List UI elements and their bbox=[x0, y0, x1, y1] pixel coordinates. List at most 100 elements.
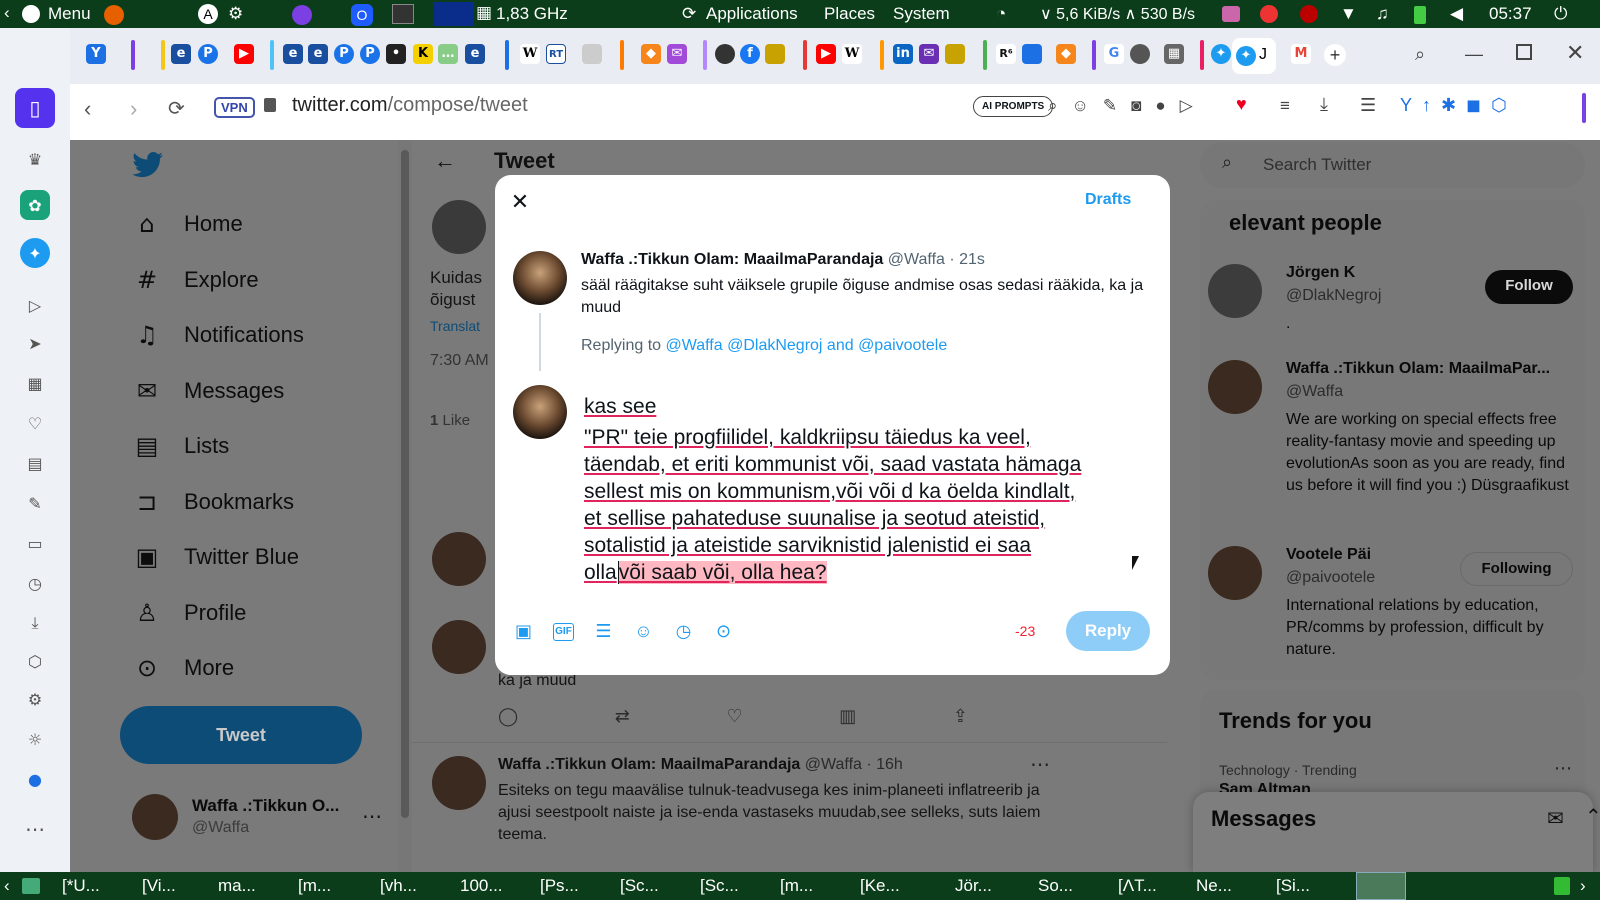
tab-pm-icon[interactable]: P bbox=[334, 44, 354, 64]
nav-item-profile[interactable]: ♙ Profile bbox=[132, 595, 246, 631]
sidebar-more-icon[interactable]: ⋯ bbox=[20, 814, 50, 844]
vpn-badge[interactable]: VPN bbox=[214, 97, 255, 118]
restore-icon[interactable] bbox=[1516, 44, 1532, 60]
tab-search-icon[interactable]: ⌕ bbox=[1415, 44, 1425, 65]
person-avatar[interactable] bbox=[1208, 264, 1262, 318]
taskbar-item[interactable]: [Ps... bbox=[540, 876, 579, 896]
views-icon[interactable]: ▥ bbox=[839, 706, 856, 730]
messages-drawer[interactable]: Messages ✉ ⌃ bbox=[1193, 792, 1600, 872]
taskbar-item[interactable]: [Sc... bbox=[620, 876, 659, 896]
record-applet-icon[interactable] bbox=[1300, 5, 1318, 23]
wifi-icon[interactable]: ◔ bbox=[996, 4, 1006, 24]
drafts-link[interactable]: Drafts bbox=[1085, 191, 1131, 209]
taskbar-item[interactable]: [Vi... bbox=[142, 876, 176, 896]
tab-pm-icon[interactable]: P bbox=[360, 44, 380, 64]
notification-bell-icon[interactable]: ♫ bbox=[1376, 4, 1389, 24]
taskbar-scroll-left-icon[interactable]: ‹ bbox=[4, 876, 10, 896]
easy-setup-icon[interactable]: ≡ bbox=[1280, 96, 1290, 116]
taskbar-item[interactable]: [ΛT... bbox=[1118, 876, 1157, 896]
podcast-app-icon[interactable] bbox=[292, 5, 312, 25]
person-avatar[interactable] bbox=[1208, 360, 1262, 414]
expand-drawer-icon[interactable]: ⌃ bbox=[1585, 804, 1600, 829]
tab-grid-icon[interactable]: ▦ bbox=[1164, 44, 1184, 64]
tab-mail-icon[interactable]: ✉ bbox=[667, 44, 687, 64]
volume-icon[interactable]: ◀ bbox=[1450, 4, 1463, 24]
taskbar-item[interactable]: So... bbox=[1038, 876, 1073, 896]
person-name[interactable]: Jörgen K bbox=[1286, 264, 1355, 282]
tab-gmail-icon[interactable]: M bbox=[1291, 44, 1311, 64]
taskbar-item[interactable]: 100... bbox=[460, 876, 503, 896]
nav-item-explore[interactable]: # Explore bbox=[132, 262, 259, 298]
reply-avatar[interactable] bbox=[432, 620, 486, 674]
crown-icon[interactable]: ♛ bbox=[20, 144, 50, 174]
tweet-button[interactable]: Tweet bbox=[120, 706, 362, 764]
poll-icon[interactable]: ☰ bbox=[593, 621, 614, 642]
like-icon[interactable]: ♡ bbox=[727, 706, 743, 730]
tab-youtube-icon[interactable]: ▶ bbox=[234, 44, 254, 64]
tab-blue-icon[interactable] bbox=[1022, 44, 1042, 64]
tab-circle-icon[interactable] bbox=[715, 44, 735, 64]
trend-more-icon[interactable]: ⋯ bbox=[1554, 758, 1572, 779]
shield-applet-icon[interactable]: ▼ bbox=[1340, 4, 1357, 24]
lock-icon[interactable] bbox=[264, 98, 276, 112]
tab-google-icon[interactable]: G bbox=[1104, 44, 1124, 64]
tab-metamask-icon[interactable]: ◆ bbox=[641, 44, 661, 64]
reply-avatar[interactable] bbox=[432, 532, 486, 586]
tab-rt-icon[interactable]: RT bbox=[546, 44, 566, 64]
downloads-sidebar-icon[interactable]: ⤓ bbox=[20, 608, 50, 638]
tabs-icon[interactable]: ▭ bbox=[20, 528, 50, 558]
following-button[interactable]: Following bbox=[1460, 552, 1573, 586]
tray-icon[interactable] bbox=[1554, 877, 1570, 895]
firefox-icon[interactable] bbox=[104, 5, 124, 25]
chatgpt-sidebar-icon[interactable]: ✿ bbox=[20, 190, 50, 220]
applications-menu[interactable]: Applications bbox=[706, 4, 798, 24]
download-icon[interactable]: ⤓ bbox=[1320, 94, 1328, 115]
taskbar-item[interactable]: [m... bbox=[780, 876, 813, 896]
ai-prompts-button[interactable]: AI PROMPTS bbox=[973, 96, 1054, 117]
pin-board-icon[interactable]: ✎ bbox=[20, 488, 50, 518]
nav-item-twitter-blue[interactable]: ▣ Twitter Blue bbox=[132, 539, 299, 575]
bottom-tweet-avatar[interactable] bbox=[432, 756, 486, 810]
taskbar-item[interactable]: ma... bbox=[218, 876, 256, 896]
taskbar-item[interactable]: Ne... bbox=[1196, 876, 1232, 896]
os-menu[interactable]: Menu bbox=[48, 4, 91, 24]
apps-icon[interactable]: ▦ bbox=[20, 368, 50, 398]
tab-facebook-icon[interactable]: f bbox=[740, 44, 760, 64]
tab-err-icon[interactable]: e bbox=[465, 44, 485, 64]
tab-mail-icon[interactable]: ✉ bbox=[919, 44, 939, 64]
reply-icon[interactable]: ◯ bbox=[498, 706, 518, 730]
reply-button[interactable]: Reply bbox=[1066, 611, 1150, 651]
tab-twitter-icon[interactable]: ✦ bbox=[1211, 44, 1231, 64]
compose-textarea[interactable]: kas see "PR" teie progfiilidel, kaldkrii… bbox=[584, 393, 1144, 586]
gif-icon[interactable]: GIF bbox=[553, 623, 574, 641]
taskbar-item[interactable]: [Si... bbox=[1276, 876, 1310, 896]
twitter-sidebar-icon[interactable]: ✦ bbox=[20, 238, 50, 268]
extension-icons[interactable]: Y↑✱◼⬡ bbox=[1400, 95, 1517, 116]
new-tab-button[interactable]: + bbox=[1324, 44, 1346, 66]
person-name[interactable]: Vootele Päi bbox=[1286, 546, 1371, 564]
tab-doc-icon[interactable] bbox=[582, 44, 602, 64]
close-window-icon[interactable]: ✕ bbox=[1566, 40, 1584, 66]
tips-bulb-icon[interactable]: ☼ bbox=[20, 724, 50, 754]
translate-link[interactable]: Translat bbox=[430, 318, 480, 334]
account-more-icon[interactable]: ⋯ bbox=[362, 804, 382, 829]
replying-users[interactable]: @Waffa @DlakNegroj and @paivootele bbox=[666, 337, 948, 354]
back-arrow-icon[interactable]: ← bbox=[434, 148, 456, 174]
tab-dots-icon[interactable]: … bbox=[438, 44, 458, 64]
tab-chatgpt-icon[interactable] bbox=[1130, 44, 1150, 64]
nav-item-lists[interactable]: ▤ Lists bbox=[132, 428, 230, 464]
reload-icon[interactable]: ⟳ bbox=[168, 96, 185, 121]
tab-wikipedia-icon[interactable]: W bbox=[520, 44, 540, 64]
new-message-icon[interactable]: ✉ bbox=[1547, 806, 1564, 831]
share-icon[interactable]: ⇪ bbox=[953, 706, 968, 730]
account-avatar[interactable] bbox=[132, 794, 178, 840]
tab-researchgate-icon[interactable]: R⁶ bbox=[996, 44, 1016, 64]
account-name[interactable]: Waffa .:Tikkun O... bbox=[192, 796, 339, 816]
likes-stat[interactable]: 1 Like bbox=[430, 412, 470, 429]
quoted-avatar[interactable] bbox=[513, 251, 567, 305]
opera-app-icon[interactable]: O bbox=[351, 4, 373, 26]
bottom-tweet-name[interactable]: Waffa .:Tikkun Olam: MaailmaParandaja bbox=[498, 756, 800, 773]
search-box[interactable]: ⌕ Search Twitter bbox=[1200, 142, 1585, 188]
places-menu[interactable]: Places bbox=[824, 4, 875, 24]
tab-err-icon[interactable]: e bbox=[171, 44, 191, 64]
